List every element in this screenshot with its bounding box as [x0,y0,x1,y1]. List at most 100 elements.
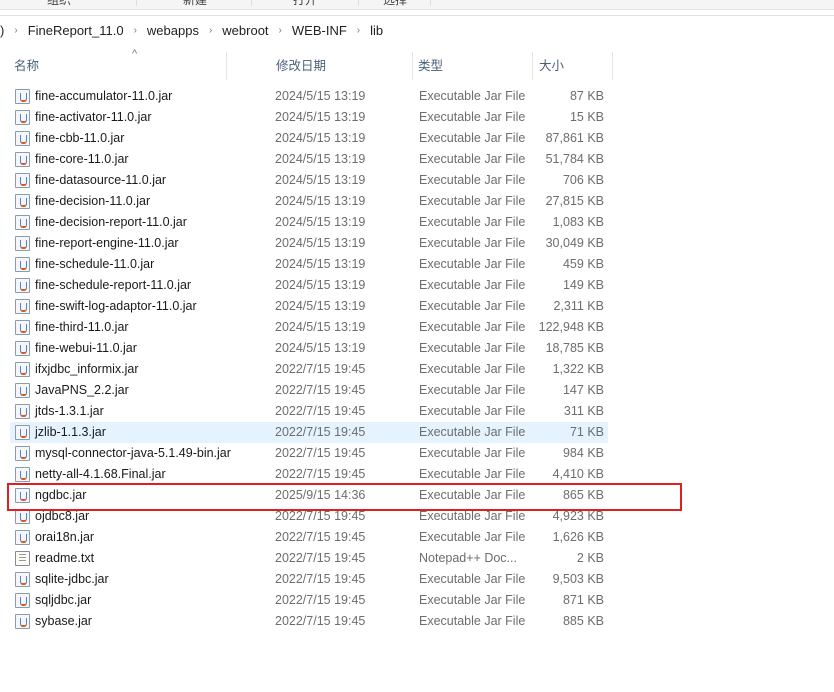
file-row[interactable]: ifxjdbc_informix.jar 2022/7/15 19:45 Exe… [10,359,608,380]
column-type[interactable]: 类型 [404,52,443,80]
file-name: fine-core-11.0.jar [35,152,129,166]
file-row[interactable]: fine-activator-11.0.jar 2024/5/15 13:19 … [10,107,608,128]
file-name: fine-third-11.0.jar [35,320,129,334]
jar-icon [15,572,30,587]
file-size: 9,503 KB [552,572,604,586]
file-date: 2024/5/15 13:19 [275,341,366,355]
text-file-icon [15,551,30,566]
file-type: Notepad++ Doc... [419,551,517,565]
file-type: Executable Jar File [419,320,526,334]
file-row[interactable]: fine-swift-log-adaptor-11.0.jar 2024/5/1… [10,296,608,317]
file-row[interactable]: fine-datasource-11.0.jar 2024/5/15 13:19… [10,170,608,191]
file-date: 2022/7/15 19:45 [275,383,366,397]
file-date: 2022/7/15 19:45 [275,446,366,460]
file-date: 2024/5/15 13:19 [275,89,366,103]
file-date: 2024/5/15 13:19 [275,152,366,166]
file-type: Executable Jar File [419,131,526,145]
file-row[interactable]: mysql-connector-java-5.1.49-bin.jar 2022… [10,443,608,464]
file-type: Executable Jar File [419,362,526,376]
file-row[interactable]: JavaPNS_2.2.jar 2022/7/15 19:45 Executab… [10,380,608,401]
file-type: Executable Jar File [419,572,526,586]
file-name: readme.txt [35,551,95,565]
file-size: 984 KB [562,446,604,460]
file-type: Executable Jar File [419,383,526,397]
breadcrumb-item[interactable]: WEB-INF [292,23,347,38]
file-row[interactable]: sqlite-jdbc.jar 2022/7/15 19:45 Executab… [10,569,608,590]
jar-icon [15,173,30,188]
file-name: jzlib-1.1.3.jar [35,425,106,439]
column-name[interactable]: 名称 [0,52,39,80]
file-type: Executable Jar File [419,278,526,292]
file-size: 1,322 KB [552,362,604,376]
file-name: JavaPNS_2.2.jar [35,383,129,397]
toolbar-select[interactable]: 选择 [383,0,407,8]
file-size: 149 KB [562,278,604,292]
file-name: fine-decision-11.0.jar [35,194,151,208]
jar-icon [15,614,30,629]
file-size: 87,861 KB [545,131,604,145]
column-size[interactable]: 大小 [525,52,564,80]
file-name: fine-activator-11.0.jar [35,110,152,124]
file-name: fine-accumulator-11.0.jar [35,89,173,103]
file-type: Executable Jar File [419,194,526,208]
jar-icon [15,341,30,356]
jar-icon [15,299,30,314]
toolbar-new[interactable]: 新建 [183,0,207,8]
file-size: 1,083 KB [552,215,604,229]
jar-icon [15,467,30,482]
file-row[interactable]: fine-core-11.0.jar 2024/5/15 13:19 Execu… [10,149,608,170]
breadcrumb-lead[interactable]: ) [0,23,4,38]
file-row[interactable]: fine-third-11.0.jar 2024/5/15 13:19 Exec… [10,317,608,338]
file-row[interactable]: fine-accumulator-11.0.jar 2024/5/15 13:1… [10,86,608,107]
file-name: fine-report-engine-11.0.jar [35,236,179,250]
breadcrumb: ) › FineReport_11.0 › webapps › webroot … [0,15,834,45]
chevron-right-icon[interactable]: › [209,25,212,36]
toolbar-organize[interactable]: 组织 [47,0,71,8]
jar-icon [15,530,30,545]
chevron-right-icon[interactable]: › [279,25,282,36]
file-row[interactable]: jtds-1.3.1.jar 2022/7/15 19:45 Executabl… [10,401,608,422]
breadcrumb-item[interactable]: webroot [222,23,268,38]
chevron-right-icon[interactable]: › [357,25,360,36]
jar-icon [15,215,30,230]
jar-icon [15,89,30,104]
file-type: Executable Jar File [419,593,526,607]
chevron-right-icon[interactable]: › [134,25,137,36]
file-row[interactable]: fine-schedule-11.0.jar 2024/5/15 13:19 E… [10,254,608,275]
column-date[interactable]: 修改日期 [262,52,326,80]
file-date: 2024/5/15 13:19 [275,257,366,271]
file-date: 2022/7/15 19:45 [275,530,366,544]
file-name: sqljdbc.jar [35,593,92,607]
file-row[interactable]: fine-report-engine-11.0.jar 2024/5/15 13… [10,233,608,254]
file-row[interactable]: readme.txt 2022/7/15 19:45 Notepad++ Doc… [10,548,608,569]
file-row[interactable]: orai18n.jar 2022/7/15 19:45 Executable J… [10,527,608,548]
breadcrumb-item[interactable]: lib [370,23,383,38]
file-date: 2024/5/15 13:19 [275,278,366,292]
file-name: mysql-connector-java-5.1.49-bin.jar [35,446,231,460]
file-type: Executable Jar File [419,404,526,418]
file-type: Executable Jar File [419,110,526,124]
file-row[interactable]: fine-webui-11.0.jar 2024/5/15 13:19 Exec… [10,338,608,359]
file-row[interactable]: sybase.jar 2022/7/15 19:45 Executable Ja… [10,611,608,632]
file-row[interactable]: fine-decision-11.0.jar 2024/5/15 13:19 E… [10,191,608,212]
file-row[interactable]: fine-schedule-report-11.0.jar 2024/5/15 … [10,275,608,296]
file-row[interactable]: fine-decision-report-11.0.jar 2024/5/15 … [10,212,608,233]
file-date: 2024/5/15 13:19 [275,320,366,334]
file-row[interactable]: netty-all-4.1.68.Final.jar 2022/7/15 19:… [10,464,608,485]
breadcrumb-item[interactable]: webapps [147,23,199,38]
file-name: fine-schedule-report-11.0.jar [35,278,192,292]
toolbar-open[interactable]: 打开 [293,0,317,8]
chevron-right-icon[interactable]: › [14,25,17,36]
file-size: 87 KB [569,89,604,103]
breadcrumb-item[interactable]: FineReport_11.0 [28,23,124,38]
file-row[interactable]: jzlib-1.1.3.jar 2022/7/15 19:45 Executab… [10,422,608,443]
file-name: jtds-1.3.1.jar [35,404,104,418]
jar-icon [15,509,30,524]
file-row[interactable]: sqljdbc.jar 2022/7/15 19:45 Executable J… [10,590,608,611]
file-size: 30,049 KB [545,236,604,250]
file-size: 15 KB [569,110,604,124]
file-row[interactable]: fine-cbb-11.0.jar 2024/5/15 13:19 Execut… [10,128,608,149]
sort-ascending-icon: ^ [132,48,138,60]
file-date: 2024/5/15 13:19 [275,236,366,250]
jar-icon [15,236,30,251]
